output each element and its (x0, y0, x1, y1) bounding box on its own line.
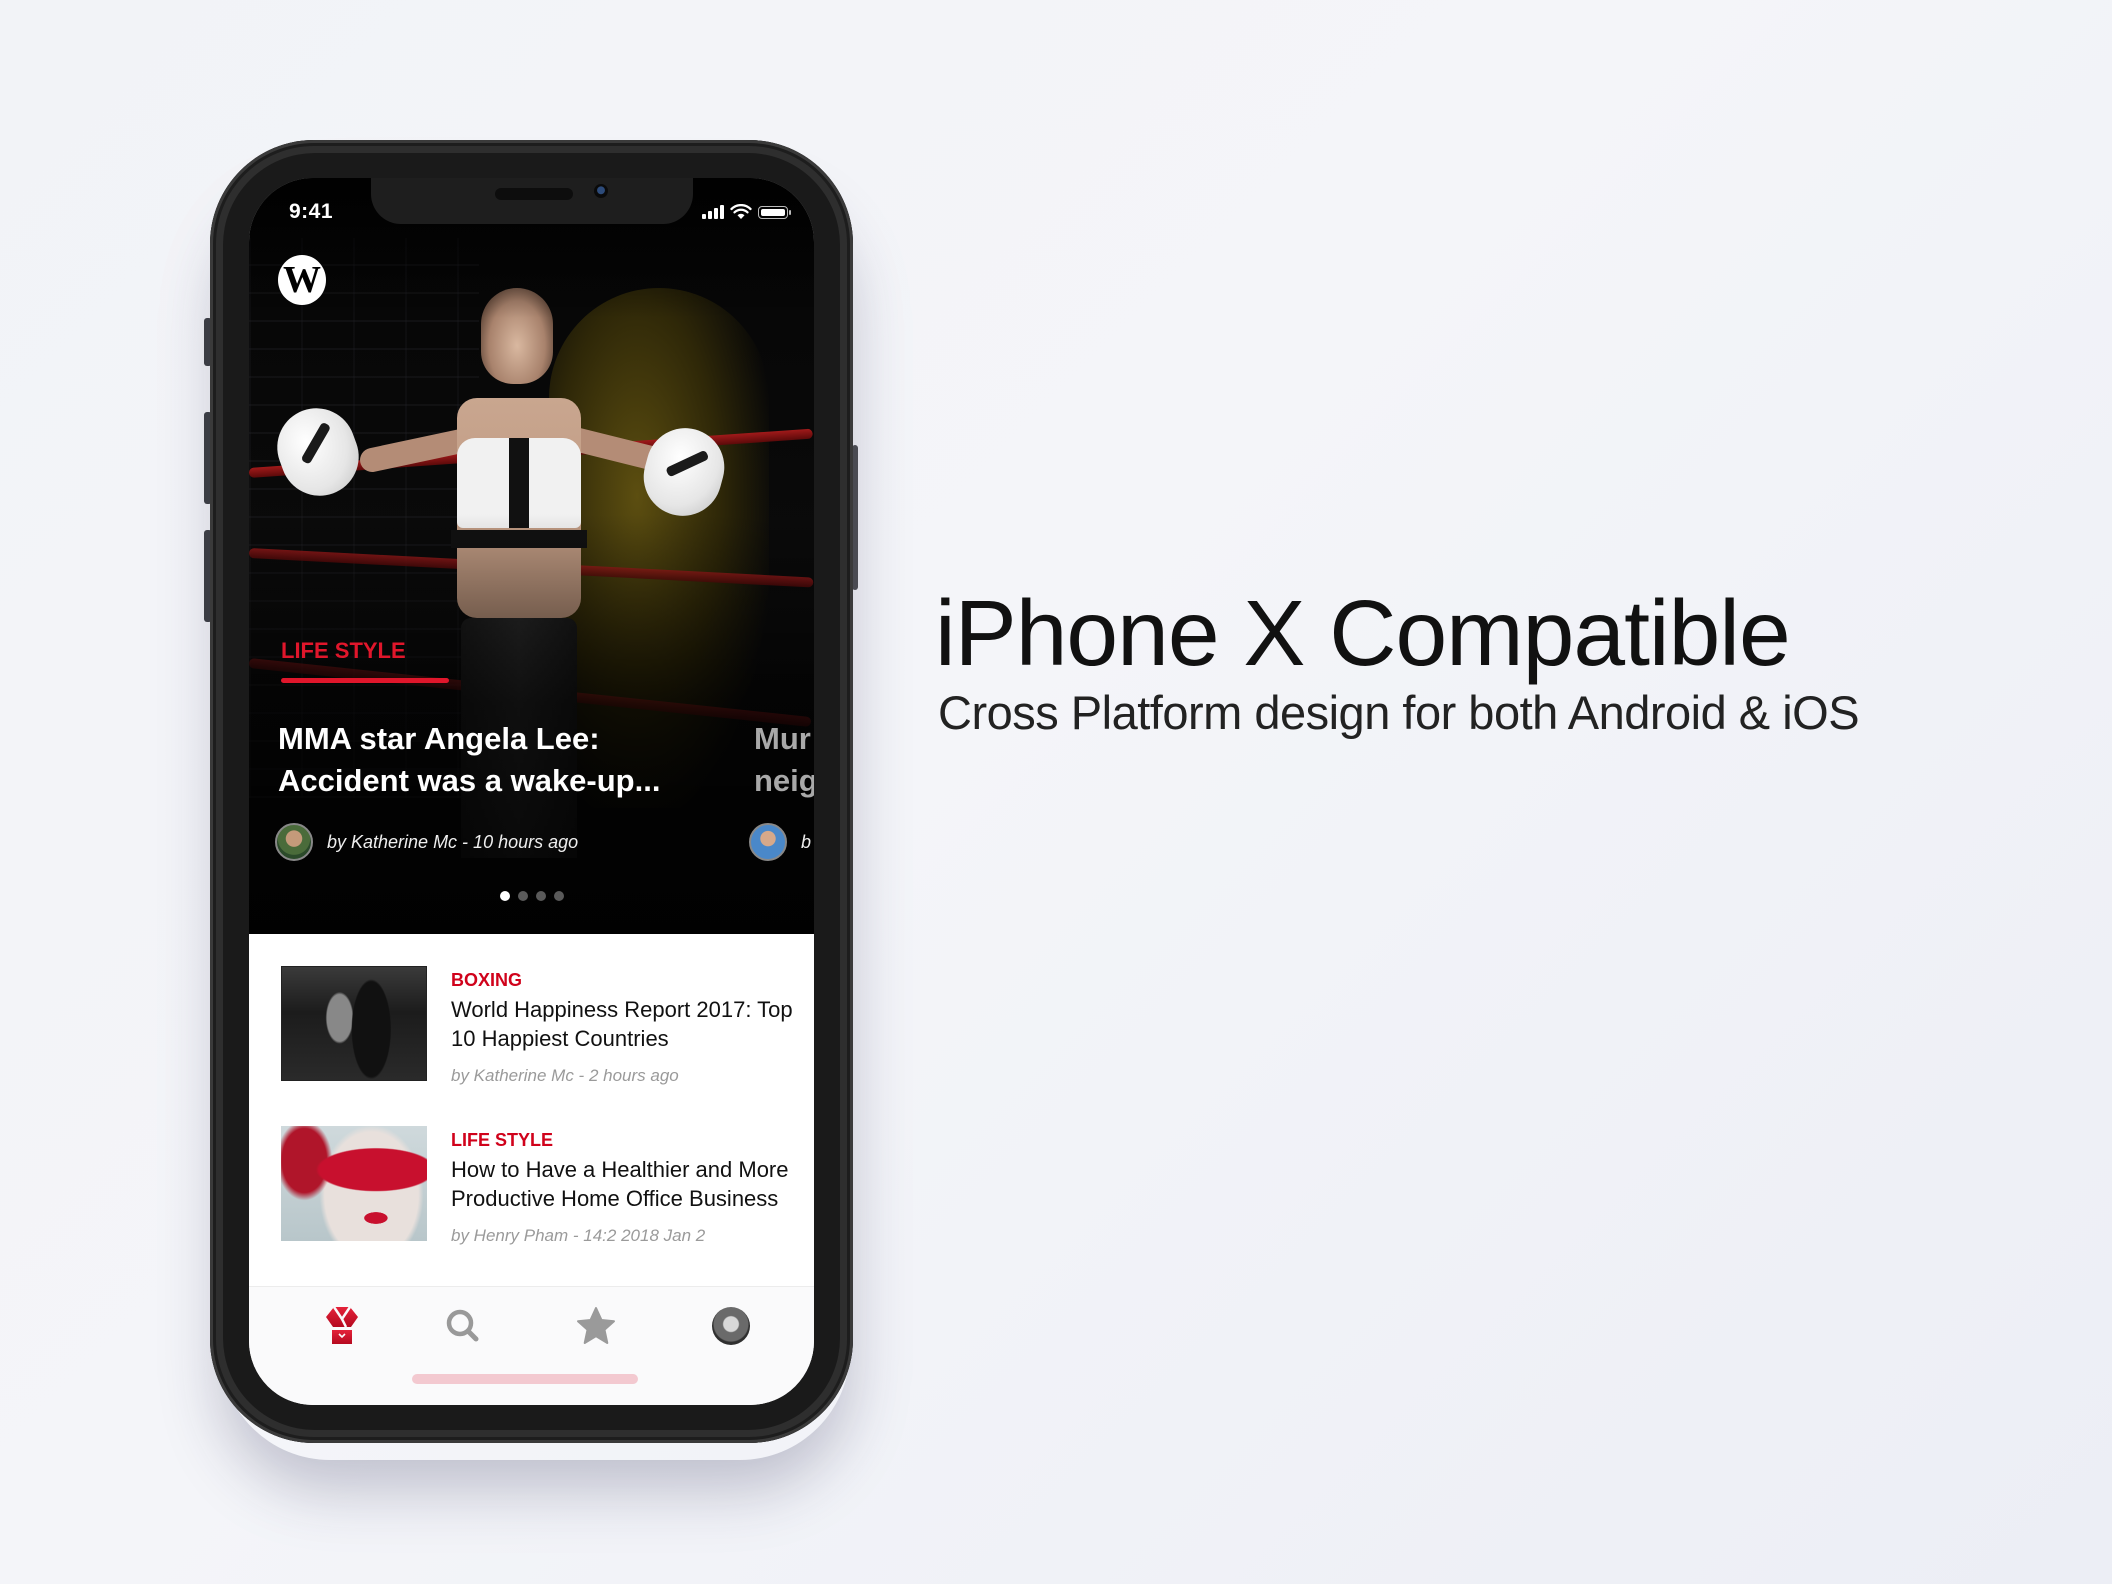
next-slide-title[interactable]: Mur neig (754, 718, 814, 802)
page-dot[interactable] (517, 891, 528, 901)
next-slide-title-line: neig (754, 763, 814, 798)
promo-headline: iPhone X Compatible (935, 581, 1791, 685)
page-dot[interactable] (535, 891, 546, 901)
article-thumbnail[interactable] (281, 1126, 427, 1241)
hero-article-meta: by Katherine Mc - 10 hours ago (275, 823, 578, 861)
kimono-icon (326, 1306, 358, 1344)
profile-avatar (712, 1307, 750, 1345)
article-list-item[interactable]: BOXING World Happiness Report 2017: Top … (281, 966, 801, 1086)
home-indicator[interactable] (412, 1374, 638, 1384)
hero-category-label[interactable]: LIFE STYLE (281, 638, 406, 664)
phone-screen: W LIFE STYLE MMA star Angela Lee: Accide… (249, 178, 814, 1405)
author-avatar[interactable] (275, 823, 313, 861)
article-title[interactable]: World Happiness Report 2017: Top 10 Happ… (451, 995, 801, 1053)
carousel-page-indicator[interactable] (249, 891, 814, 901)
front-camera (594, 184, 608, 198)
speaker-grille (495, 188, 573, 200)
status-icons (702, 204, 791, 220)
tab-search[interactable] (433, 1301, 493, 1351)
article-meta: by Henry Pham - 14:2 2018 Jan 2 (451, 1226, 706, 1245)
next-slide-title-line: Mur (754, 721, 811, 756)
notch (371, 178, 693, 224)
page-dot[interactable] (553, 891, 564, 901)
article-title[interactable]: How to Have a Healthier and More Product… (451, 1155, 801, 1213)
next-slide-meta: b (749, 823, 811, 861)
hero-byline: by Katherine Mc - 10 hours ago (327, 831, 579, 852)
article-category[interactable]: BOXING (451, 970, 522, 991)
hero-category-underline (281, 678, 449, 683)
tab-home[interactable] (312, 1301, 372, 1351)
signal-icon (702, 205, 724, 219)
article-thumbnail[interactable] (281, 966, 427, 1081)
article-list-item[interactable]: LIFE STYLE How to Have a Healthier and M… (281, 1126, 801, 1246)
page-dot-active[interactable] (499, 891, 510, 901)
hero-carousel[interactable]: W LIFE STYLE MMA star Angela Lee: Accide… (249, 178, 814, 934)
status-time: 9:41 (289, 200, 334, 223)
article-category[interactable]: LIFE STYLE (451, 1130, 553, 1151)
wordpress-logo-icon[interactable]: W (278, 255, 326, 305)
tab-bar (249, 1286, 814, 1405)
promo-subheadline: Cross Platform design for both Android &… (938, 686, 1860, 739)
next-slide-byline: b (801, 831, 812, 852)
article-meta: by Katherine Mc - 2 hours ago (451, 1066, 679, 1085)
tab-favorites[interactable] (566, 1301, 626, 1351)
search-icon (446, 1309, 479, 1342)
battery-icon (758, 205, 791, 219)
tab-profile[interactable] (701, 1301, 761, 1351)
author-avatar[interactable] (749, 823, 787, 861)
wifi-icon (730, 204, 752, 219)
hero-article-title[interactable]: MMA star Angela Lee: Accident was a wake… (278, 718, 718, 802)
article-list: BOXING World Happiness Report 2017: Top … (249, 934, 814, 1294)
star-icon (577, 1307, 615, 1344)
